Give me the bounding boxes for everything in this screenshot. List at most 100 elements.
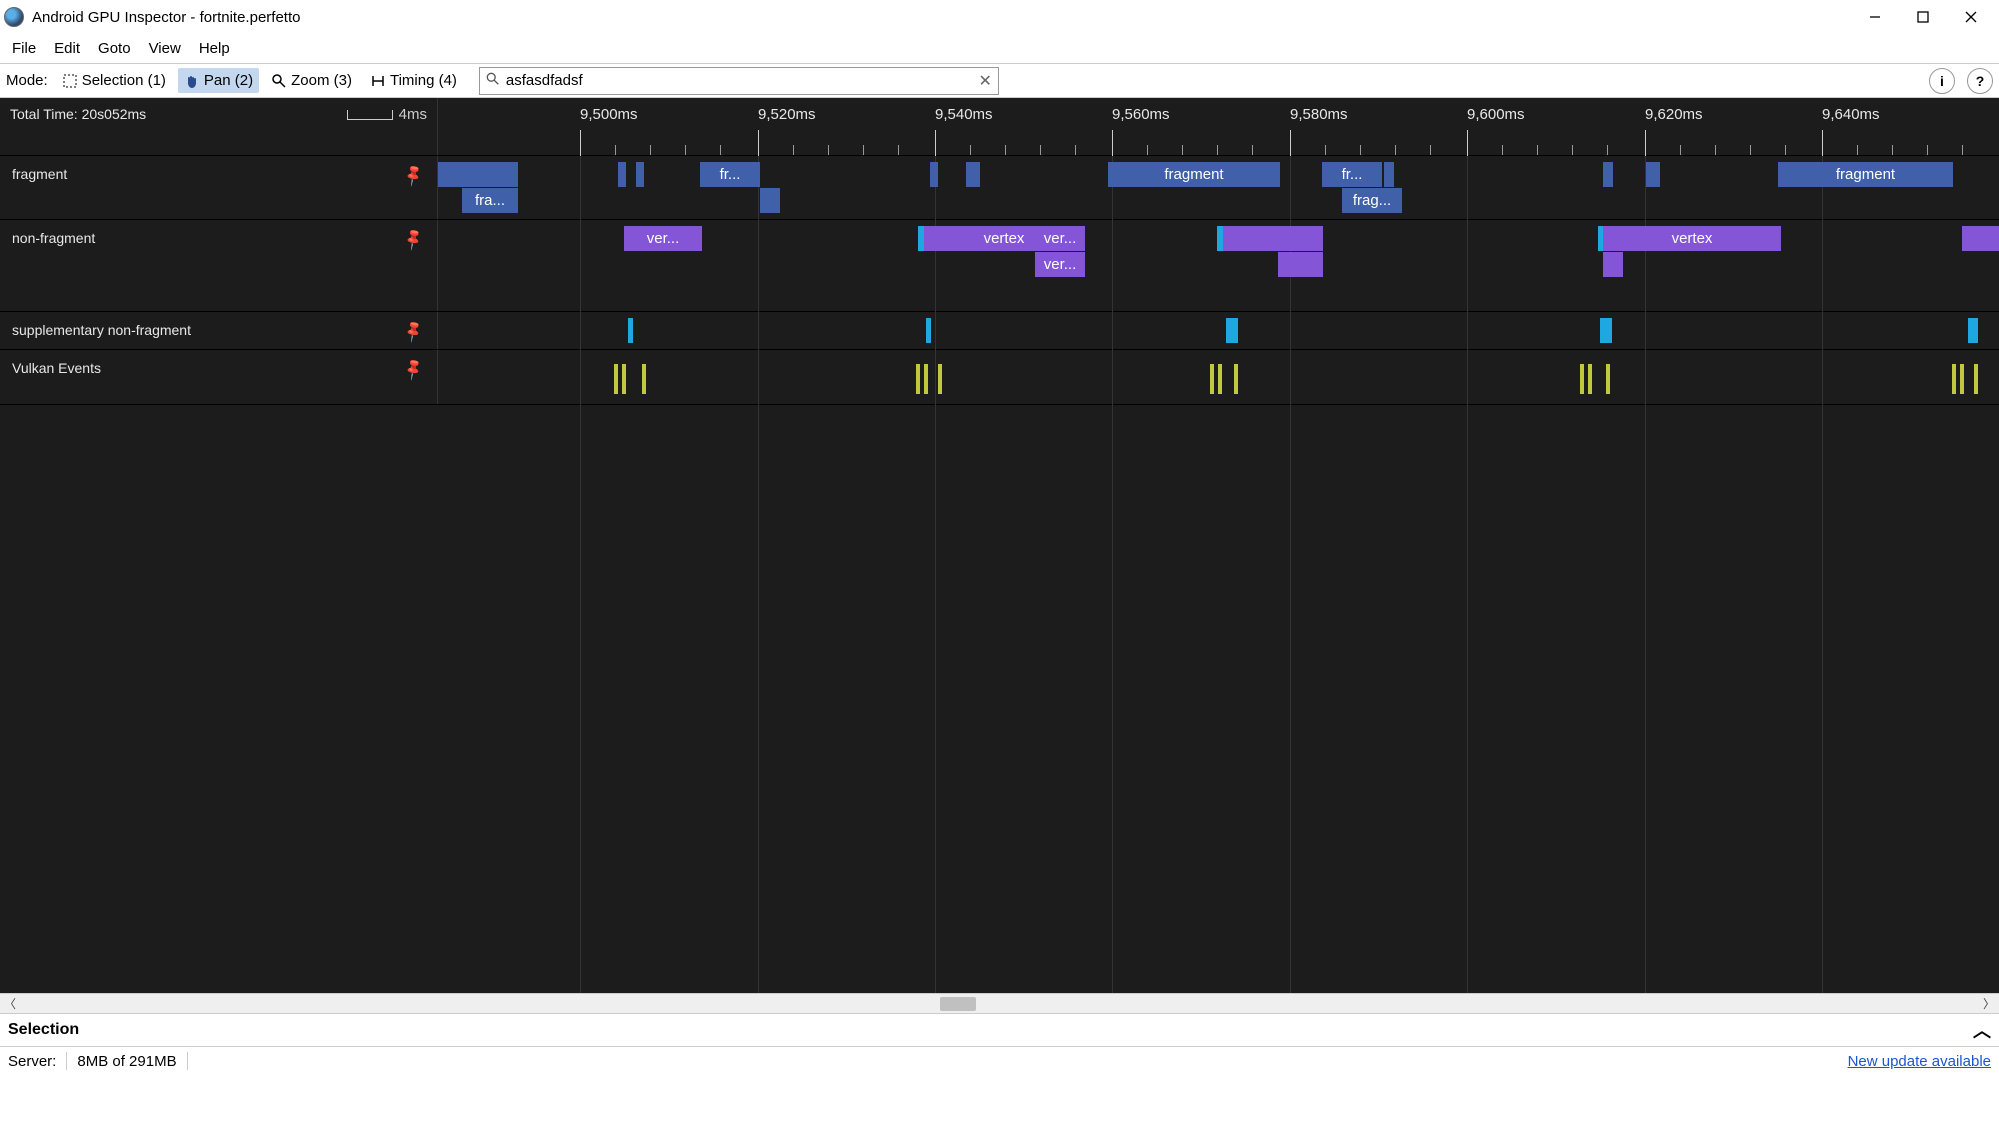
- timeline-area: Total Time: 20s052ms 4ms 9,500ms9,520ms9…: [0, 98, 1999, 993]
- mode-zoom[interactable]: Zoom (3): [265, 68, 358, 93]
- ruler-tick: 9,620ms: [1645, 106, 1703, 123]
- fragment-bar[interactable]: [966, 162, 980, 187]
- time-ruler[interactable]: Total Time: 20s052ms 4ms 9,500ms9,520ms9…: [0, 98, 1999, 156]
- vulkan-event-bar[interactable]: [916, 364, 920, 394]
- vulkan-event-bar[interactable]: [1580, 364, 1584, 394]
- track-label: non-fragment: [12, 230, 95, 246]
- vulkan-event-bar[interactable]: [1234, 364, 1238, 394]
- window-title: Android GPU Inspector - fortnite.perfett…: [32, 9, 300, 26]
- info-icon[interactable]: i: [1929, 68, 1955, 94]
- chevron-up-icon[interactable]: ︿: [1973, 1017, 1991, 1043]
- scroll-left-arrow[interactable]: 〈: [0, 995, 20, 1012]
- selection-title: Selection: [8, 1021, 79, 1039]
- toolbar: Mode: Selection (1) Pan (2) Zoom (3) Tim…: [0, 64, 1999, 98]
- fragment-bar[interactable]: fragment: [1778, 162, 1953, 187]
- menu-help[interactable]: Help: [191, 36, 238, 61]
- mode-timing-label: Timing (4): [390, 72, 457, 89]
- vertex-bar[interactable]: ver...: [624, 226, 702, 251]
- track-supplementary-non-fragment[interactable]: supplementary non-fragment 📌: [0, 312, 1999, 350]
- scrollbar-thumb[interactable]: [940, 997, 976, 1011]
- server-label: Server:: [8, 1053, 56, 1070]
- track-label: fragment: [12, 166, 67, 182]
- pin-icon[interactable]: 📌: [401, 162, 427, 187]
- pin-icon[interactable]: 📌: [401, 318, 427, 343]
- fragment-bar[interactable]: fragment: [1108, 162, 1280, 187]
- fragment-bar[interactable]: fra...: [462, 188, 518, 213]
- mode-timing[interactable]: Timing (4): [364, 68, 463, 93]
- menu-goto[interactable]: Goto: [90, 36, 139, 61]
- fragment-bar[interactable]: fr...: [1322, 162, 1382, 187]
- mode-selection[interactable]: Selection (1): [56, 68, 172, 93]
- search-input[interactable]: [506, 72, 973, 89]
- selection-panel-header[interactable]: Selection ︿: [0, 1013, 1999, 1047]
- vulkan-event-bar[interactable]: [614, 364, 618, 394]
- vulkan-event-bar[interactable]: [1588, 364, 1592, 394]
- vertex-bar[interactable]: [1278, 252, 1323, 277]
- status-bar: Server: 8MB of 291MB New update availabl…: [0, 1047, 1999, 1075]
- ruler-tick: 9,580ms: [1290, 106, 1348, 123]
- vulkan-event-bar[interactable]: [1606, 364, 1610, 394]
- fragment-bar[interactable]: [1603, 162, 1613, 187]
- vulkan-event-bar[interactable]: [1960, 364, 1964, 394]
- update-available-link[interactable]: New update available: [1848, 1053, 1991, 1070]
- vulkan-event-bar[interactable]: [1210, 364, 1214, 394]
- menu-view[interactable]: View: [141, 36, 189, 61]
- fragment-bar[interactable]: [760, 188, 780, 213]
- supplementary-bar[interactable]: [1968, 318, 1978, 343]
- vulkan-event-bar[interactable]: [938, 364, 942, 394]
- vertex-bar[interactable]: [1603, 252, 1623, 277]
- help-icon[interactable]: ?: [1967, 68, 1993, 94]
- supplementary-bar[interactable]: [926, 318, 931, 343]
- supplementary-bar[interactable]: [1600, 318, 1612, 343]
- pin-icon[interactable]: 📌: [401, 356, 427, 381]
- menu-file[interactable]: File: [4, 36, 44, 61]
- ruler-tick: 9,640ms: [1822, 106, 1880, 123]
- track-label: Vulkan Events: [12, 360, 101, 376]
- memory-usage: 8MB of 291MB: [77, 1053, 176, 1070]
- vertex-bar[interactable]: [1962, 226, 1999, 251]
- ruler-tick: 9,560ms: [1112, 106, 1170, 123]
- close-button[interactable]: [1947, 0, 1995, 34]
- scroll-right-arrow[interactable]: 〉: [1979, 995, 1999, 1012]
- vertex-bar[interactable]: ver...: [1035, 226, 1085, 251]
- mode-label: Mode:: [6, 72, 50, 89]
- maximize-button[interactable]: [1899, 0, 1947, 34]
- track-vulkan-events[interactable]: Vulkan Events 📌: [0, 350, 1999, 405]
- mode-zoom-label: Zoom (3): [291, 72, 352, 89]
- track-fragment[interactable]: fragment 📌 fra...fr...fragmentfr...frag.…: [0, 156, 1999, 220]
- mode-selection-label: Selection (1): [82, 72, 166, 89]
- horizontal-scrollbar[interactable]: 〈 〉: [0, 993, 1999, 1013]
- mode-pan[interactable]: Pan (2): [178, 68, 259, 93]
- fragment-bar[interactable]: fr...: [700, 162, 760, 187]
- total-time-label: Total Time: 20s052ms: [10, 106, 146, 122]
- menu-edit[interactable]: Edit: [46, 36, 88, 61]
- track-non-fragment[interactable]: non-fragment 📌 ver...vertexver...ver...v…: [0, 220, 1999, 312]
- fragment-bar[interactable]: [930, 162, 938, 187]
- fragment-bar[interactable]: [636, 162, 644, 187]
- ruler-tick: 9,500ms: [580, 106, 638, 123]
- fragment-bar[interactable]: [618, 162, 626, 187]
- vertex-bar[interactable]: ver...: [1035, 252, 1085, 277]
- fragment-bar[interactable]: [1384, 162, 1394, 187]
- fragment-bar[interactable]: [1646, 162, 1660, 187]
- vertex-bar[interactable]: vertex: [1603, 226, 1781, 251]
- minimize-button[interactable]: [1851, 0, 1899, 34]
- search-box[interactable]: ✕: [479, 67, 999, 95]
- vulkan-event-bar[interactable]: [1952, 364, 1956, 394]
- vulkan-event-bar[interactable]: [924, 364, 928, 394]
- vertex-bar[interactable]: [1223, 226, 1323, 251]
- supplementary-bar[interactable]: [1226, 318, 1238, 343]
- vulkan-event-bar[interactable]: [1974, 364, 1978, 394]
- vulkan-event-bar[interactable]: [622, 364, 626, 394]
- vulkan-event-bar[interactable]: [1218, 364, 1222, 394]
- vulkan-event-bar[interactable]: [642, 364, 646, 394]
- clear-search-icon[interactable]: ✕: [979, 71, 992, 91]
- menu-bar: File Edit Goto View Help: [0, 34, 1999, 64]
- track-label: supplementary non-fragment: [12, 322, 191, 338]
- supplementary-bar[interactable]: [628, 318, 633, 343]
- fragment-bar[interactable]: [438, 162, 518, 187]
- fragment-bar[interactable]: frag...: [1342, 188, 1402, 213]
- pin-icon[interactable]: 📌: [401, 226, 427, 251]
- ruler-tick: 9,540ms: [935, 106, 993, 123]
- scale-indicator: 4ms: [347, 106, 427, 123]
